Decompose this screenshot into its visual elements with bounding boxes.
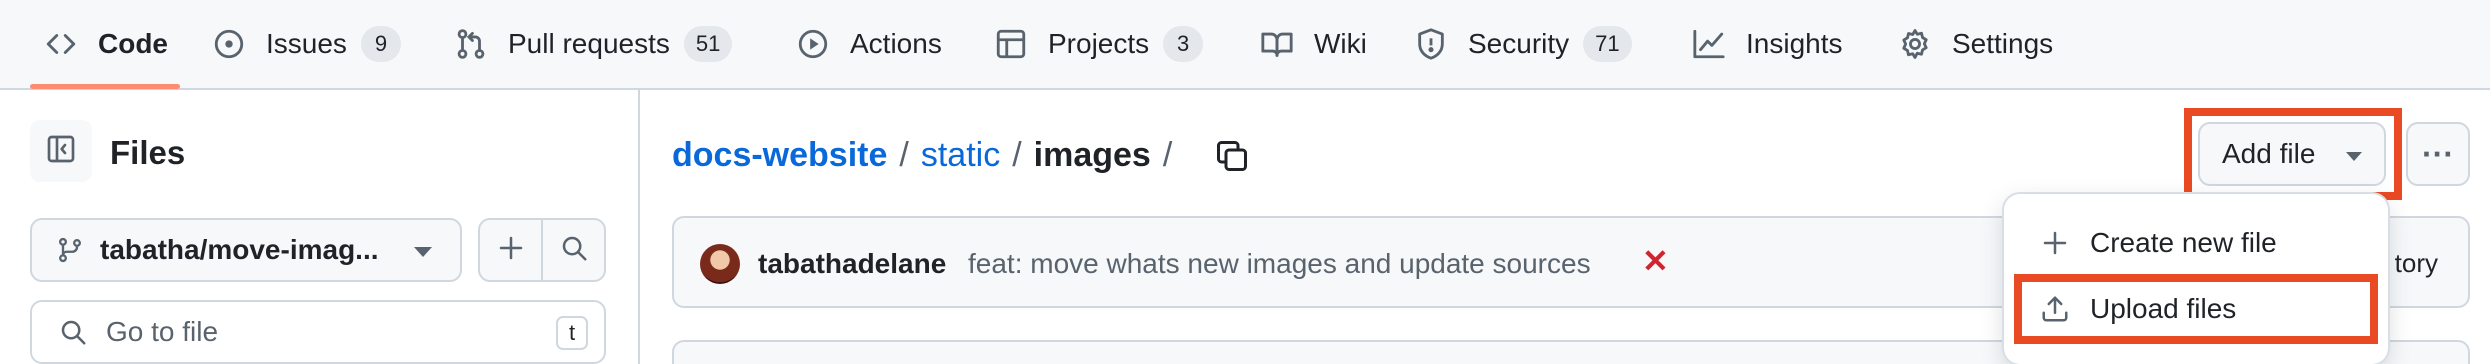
tab-projects[interactable]: Projects 3 [994,0,1204,88]
add-file-sidebar-button[interactable] [480,220,541,280]
tab-label: Insights [1746,28,1843,59]
keyboard-shortcut-hint: t [556,316,588,350]
tab-label: Code [98,28,168,59]
breadcrumb: docs-website / static / images / [672,136,1250,175]
more-options-button[interactable]: ··· [2406,122,2470,186]
breadcrumb-current: images [1033,136,1151,174]
highlight-box-add-file [2184,108,2402,200]
pull-requests-count-badge: 51 [683,26,733,62]
graph-icon [1692,27,1726,61]
menu-item-create-new-file[interactable]: Create new file [2004,212,2388,274]
security-count-badge: 71 [1583,26,1632,62]
plus-icon [496,233,526,268]
search-icon [559,233,589,268]
table-icon [994,27,1028,61]
tab-wiki[interactable]: Wiki [1260,0,1367,88]
gear-icon [1898,27,1932,61]
tab-issues[interactable]: Issues 9 [212,0,401,88]
plus-icon [2040,228,2070,258]
shield-icon [1414,27,1448,61]
go-to-file-input[interactable]: Go to file t [30,300,606,364]
breadcrumb-separator: / [1012,136,1022,174]
tab-label: Actions [850,28,942,59]
breadcrumb-separator: / [899,136,909,174]
breadcrumb-repo-link[interactable]: docs-website [672,136,887,175]
tab-label: Wiki [1314,28,1367,59]
tab-insights[interactable]: Insights [1692,0,1843,88]
repo-nav: Code Issues 9 Pull requests 51 Actions P… [0,0,2490,90]
history-link-partial[interactable]: tory [2395,248,2438,279]
file-actions-group [478,218,606,282]
code-icon [44,27,78,61]
sidebar-title: Files [110,134,186,171]
chevron-down-icon [414,247,432,257]
tab-security[interactable]: Security 71 [1414,0,1632,88]
branch-name: tabatha/move-imag... [100,234,379,265]
commit-author[interactable]: tabathadelane [758,248,946,280]
sidebar-collapse-icon [45,133,77,170]
tab-label: Settings [1952,28,2054,59]
tab-code[interactable]: Code [44,0,168,88]
branch-selector[interactable]: tabatha/move-imag... [30,218,462,282]
issue-opened-icon [212,27,246,61]
search-icon [58,317,88,347]
play-icon [796,27,830,61]
git-pull-request-icon [454,27,488,61]
file-tree-sidebar: Files tabatha/move-imag... Go to file t [0,90,640,364]
avatar[interactable] [700,244,740,284]
commit-message[interactable]: feat: move whats new images and update s… [968,248,1591,280]
copy-path-icon[interactable] [1214,138,1250,174]
check-failed-icon[interactable]: ✕ [1642,242,1669,280]
tab-label: Projects [1048,28,1150,59]
issues-count-badge: 9 [360,26,401,62]
git-branch-icon [56,236,84,264]
menu-item-label: Create new file [2090,227,2277,258]
tab-settings[interactable]: Settings [1898,0,2053,88]
breadcrumb-folder-link[interactable]: static [921,136,1000,175]
go-to-file-placeholder: Go to file [106,316,219,347]
projects-count-badge: 3 [1163,26,1204,62]
active-tab-underline [30,84,180,89]
collapse-sidebar-button[interactable] [30,120,92,182]
breadcrumb-separator: / [1162,136,1173,174]
tab-pull-requests[interactable]: Pull requests 51 [454,0,733,88]
kebab-horizontal-icon: ··· [2422,135,2454,172]
book-icon [1260,27,1294,61]
tab-label: Issues [266,28,347,59]
highlight-box-upload-files [2014,274,2378,344]
tab-label: Pull requests [508,28,670,59]
tab-label: Security [1468,28,1570,59]
tab-actions[interactable]: Actions [796,0,942,88]
search-files-button[interactable] [541,220,604,280]
